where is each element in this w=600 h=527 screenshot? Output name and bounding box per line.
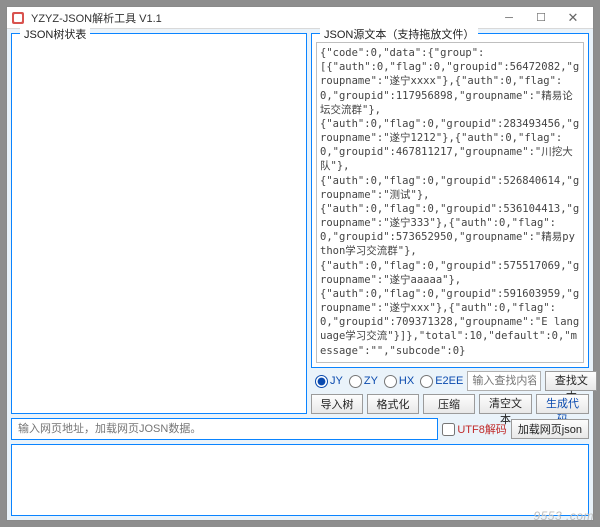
radio-hx[interactable]: HX (384, 375, 414, 388)
radio-zy[interactable]: ZY (349, 375, 378, 388)
window-controls: ─ ☐ ✕ (493, 7, 589, 29)
source-legend: JSON源文本（支持拖放文件） (320, 26, 478, 42)
lang-radios: JY ZY HX E2EE (311, 375, 463, 388)
compress-button[interactable]: 压缩 (423, 394, 475, 414)
import-tree-button[interactable]: 导入树 (311, 394, 363, 414)
radio-e2ee[interactable]: E2EE (420, 375, 463, 388)
window-title: YZYZ-JSON解析工具 V1.1 (31, 10, 493, 26)
gen-code-button[interactable]: 生成代码 (536, 394, 589, 414)
find-text-button[interactable]: 查找文本 (545, 371, 597, 391)
url-input[interactable] (11, 418, 438, 440)
output-textarea[interactable] (11, 444, 589, 516)
url-row: UTF8解码 加载网页json (11, 418, 589, 440)
source-groupbox: JSON源文本（支持拖放文件） (311, 33, 589, 368)
controls-row-1: JY ZY HX E2EE 查找文本 (311, 368, 589, 391)
load-url-json-button[interactable]: 加载网页json (511, 419, 589, 439)
clear-text-button[interactable]: 清空文本 (479, 394, 532, 414)
close-button[interactable]: ✕ (557, 7, 589, 29)
utf8-checkbox[interactable]: UTF8解码 (442, 421, 507, 437)
tree-legend: JSON树状表 (20, 26, 90, 42)
controls-row-2: 导入树 格式化 压缩 清空文本 生成代码 (311, 391, 589, 414)
app-window: YZYZ-JSON解析工具 V1.1 ─ ☐ ✕ JSON树状表 JSON源文本… (6, 6, 594, 521)
minimize-button[interactable]: ─ (493, 7, 525, 29)
client-area: JSON树状表 JSON源文本（支持拖放文件） JY ZY HX E2EE (7, 29, 593, 520)
json-source-textarea[interactable] (316, 42, 584, 363)
titlebar: YZYZ-JSON解析工具 V1.1 ─ ☐ ✕ (7, 7, 593, 29)
format-button[interactable]: 格式化 (367, 394, 419, 414)
app-icon (11, 11, 25, 25)
upper-panes: JSON树状表 JSON源文本（支持拖放文件） JY ZY HX E2EE (11, 33, 589, 414)
source-pane: JSON源文本（支持拖放文件） JY ZY HX E2EE 查找文本 导入树 格 (311, 33, 589, 414)
tree-groupbox: JSON树状表 (11, 33, 307, 414)
radio-jy[interactable]: JY (315, 375, 343, 388)
json-tree-view[interactable] (16, 42, 302, 409)
search-input[interactable] (467, 371, 541, 391)
maximize-button[interactable]: ☐ (525, 7, 557, 29)
